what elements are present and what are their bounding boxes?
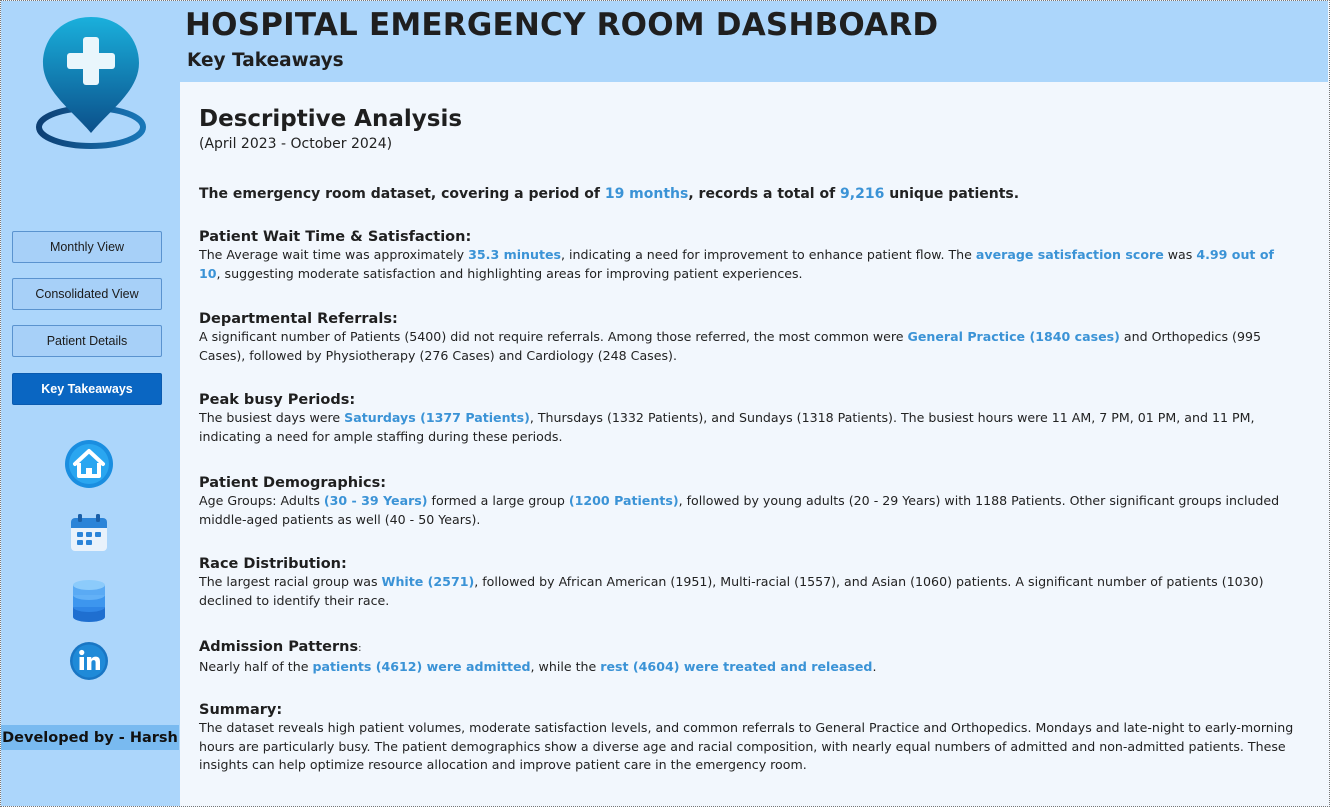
section-title: Departmental Referrals: xyxy=(199,311,398,327)
race-section: Race Distribution: The largest racial gr… xyxy=(199,555,1299,610)
intro-summary: The emergency room dataset, covering a p… xyxy=(199,184,1019,204)
linkedin-icon[interactable] xyxy=(64,636,114,686)
peak-periods-section: Peak busy Periods: The busiest days were… xyxy=(199,391,1299,446)
section-title: Patient Wait Time & Satisfaction: xyxy=(199,229,472,245)
section-body: A significant number of Patients (5400) … xyxy=(199,328,1299,365)
body-text: , while the xyxy=(530,659,601,674)
wait-time-section: Patient Wait Time & Satisfaction: The Av… xyxy=(199,228,1299,283)
section-title: Patient Demographics: xyxy=(199,475,387,491)
highlight-text: (30 - 39 Years) xyxy=(323,493,428,508)
section-title: Race Distribution: xyxy=(199,556,347,572)
page-title: HOSPITAL EMERGENCY ROOM DASHBOARD xyxy=(185,7,939,43)
home-icon[interactable] xyxy=(64,439,114,489)
developer-credit: Developed by - Harsh xyxy=(1,725,179,750)
section-body: The dataset reveals high patient volumes… xyxy=(199,719,1299,775)
body-text: Nearly half of the xyxy=(199,659,313,674)
section-title: Summary: xyxy=(199,702,283,718)
highlight-text: 19 months xyxy=(604,186,689,202)
body-text: The Average wait time was approximately xyxy=(199,247,469,262)
highlight-text: 9,216 xyxy=(840,186,885,202)
section-body: The Average wait time was approximately … xyxy=(199,246,1299,283)
highlight-text: Saturdays (1377 Patients) xyxy=(344,410,530,425)
consolidated-view-button[interactable]: Consolidated View xyxy=(12,278,162,310)
body-text: , suggesting moderate satisfaction and h… xyxy=(216,265,803,281)
body-text: was xyxy=(1163,247,1197,262)
page-subtitle: Key Takeaways xyxy=(187,50,344,71)
body-text: Age Groups: Adults xyxy=(199,493,324,508)
highlight-text: patients (4612) were admitted xyxy=(312,659,531,674)
highlight-text: average satisfaction score xyxy=(975,247,1164,262)
calendar-icon[interactable] xyxy=(64,509,114,559)
body-text: The emergency room dataset, covering a p… xyxy=(199,186,605,202)
body-text: The busiest days were xyxy=(199,410,345,425)
highlight-text: White (2571) xyxy=(381,574,475,589)
date-range: (April 2023 - October 2024) xyxy=(199,136,393,152)
highlight-text: rest (4604) were treated and released xyxy=(600,659,873,674)
highlight-text: General Practice (1840 cases) xyxy=(907,329,1120,344)
highlight-text: 35.3 minutes xyxy=(468,247,562,262)
key-takeaways-button[interactable]: Key Takeaways xyxy=(12,373,162,405)
section-heading: Descriptive Analysis xyxy=(199,106,463,132)
referrals-section: Departmental Referrals: A significant nu… xyxy=(199,310,1299,365)
body-text: A significant number of Patients (5400) … xyxy=(199,329,908,344)
section-body: The busiest days were Saturdays (1377 Pa… xyxy=(199,409,1299,446)
section-title: Peak busy Periods: xyxy=(199,392,356,408)
hospital-location-pin-icon xyxy=(36,17,146,149)
body-text: unique patients. xyxy=(884,186,1020,202)
body-text: The largest racial group was xyxy=(199,574,382,589)
header-bar: HOSPITAL EMERGENCY ROOM DASHBOARD Key Ta… xyxy=(180,1,1328,82)
title-suffix: : xyxy=(358,643,362,654)
patient-details-button[interactable]: Patient Details xyxy=(12,325,162,357)
monthly-view-button[interactable]: Monthly View xyxy=(12,231,162,263)
summary-section: Summary: The dataset reveals high patien… xyxy=(199,701,1299,775)
body-text: The dataset reveals high patient volumes… xyxy=(199,720,1294,772)
admission-section: Admission Patterns: Nearly half of the p… xyxy=(199,638,1299,677)
demographics-section: Patient Demographics: Age Groups: Adults… xyxy=(199,474,1299,529)
database-icon[interactable] xyxy=(64,575,114,625)
body-text: formed a large group xyxy=(427,493,569,508)
body-text: . xyxy=(872,659,877,674)
body-text: , indicating a need for improvement to e… xyxy=(561,247,976,262)
title-text: Admission Patterns xyxy=(199,639,359,655)
sidebar: Monthly View Consolidated View Patient D… xyxy=(1,1,180,806)
section-body: Age Groups: Adults (30 - 39 Years) forme… xyxy=(199,492,1299,529)
highlight-text: (1200 Patients) xyxy=(568,493,679,508)
body-text: , records a total of xyxy=(688,186,841,202)
section-body: Nearly half of the patients (4612) were … xyxy=(199,658,1299,677)
takeaways-content: Descriptive Analysis (April 2023 - Octob… xyxy=(199,104,1309,772)
section-body: The largest racial group was White (2571… xyxy=(199,573,1299,610)
section-title: Admission Patterns: xyxy=(199,638,1299,658)
